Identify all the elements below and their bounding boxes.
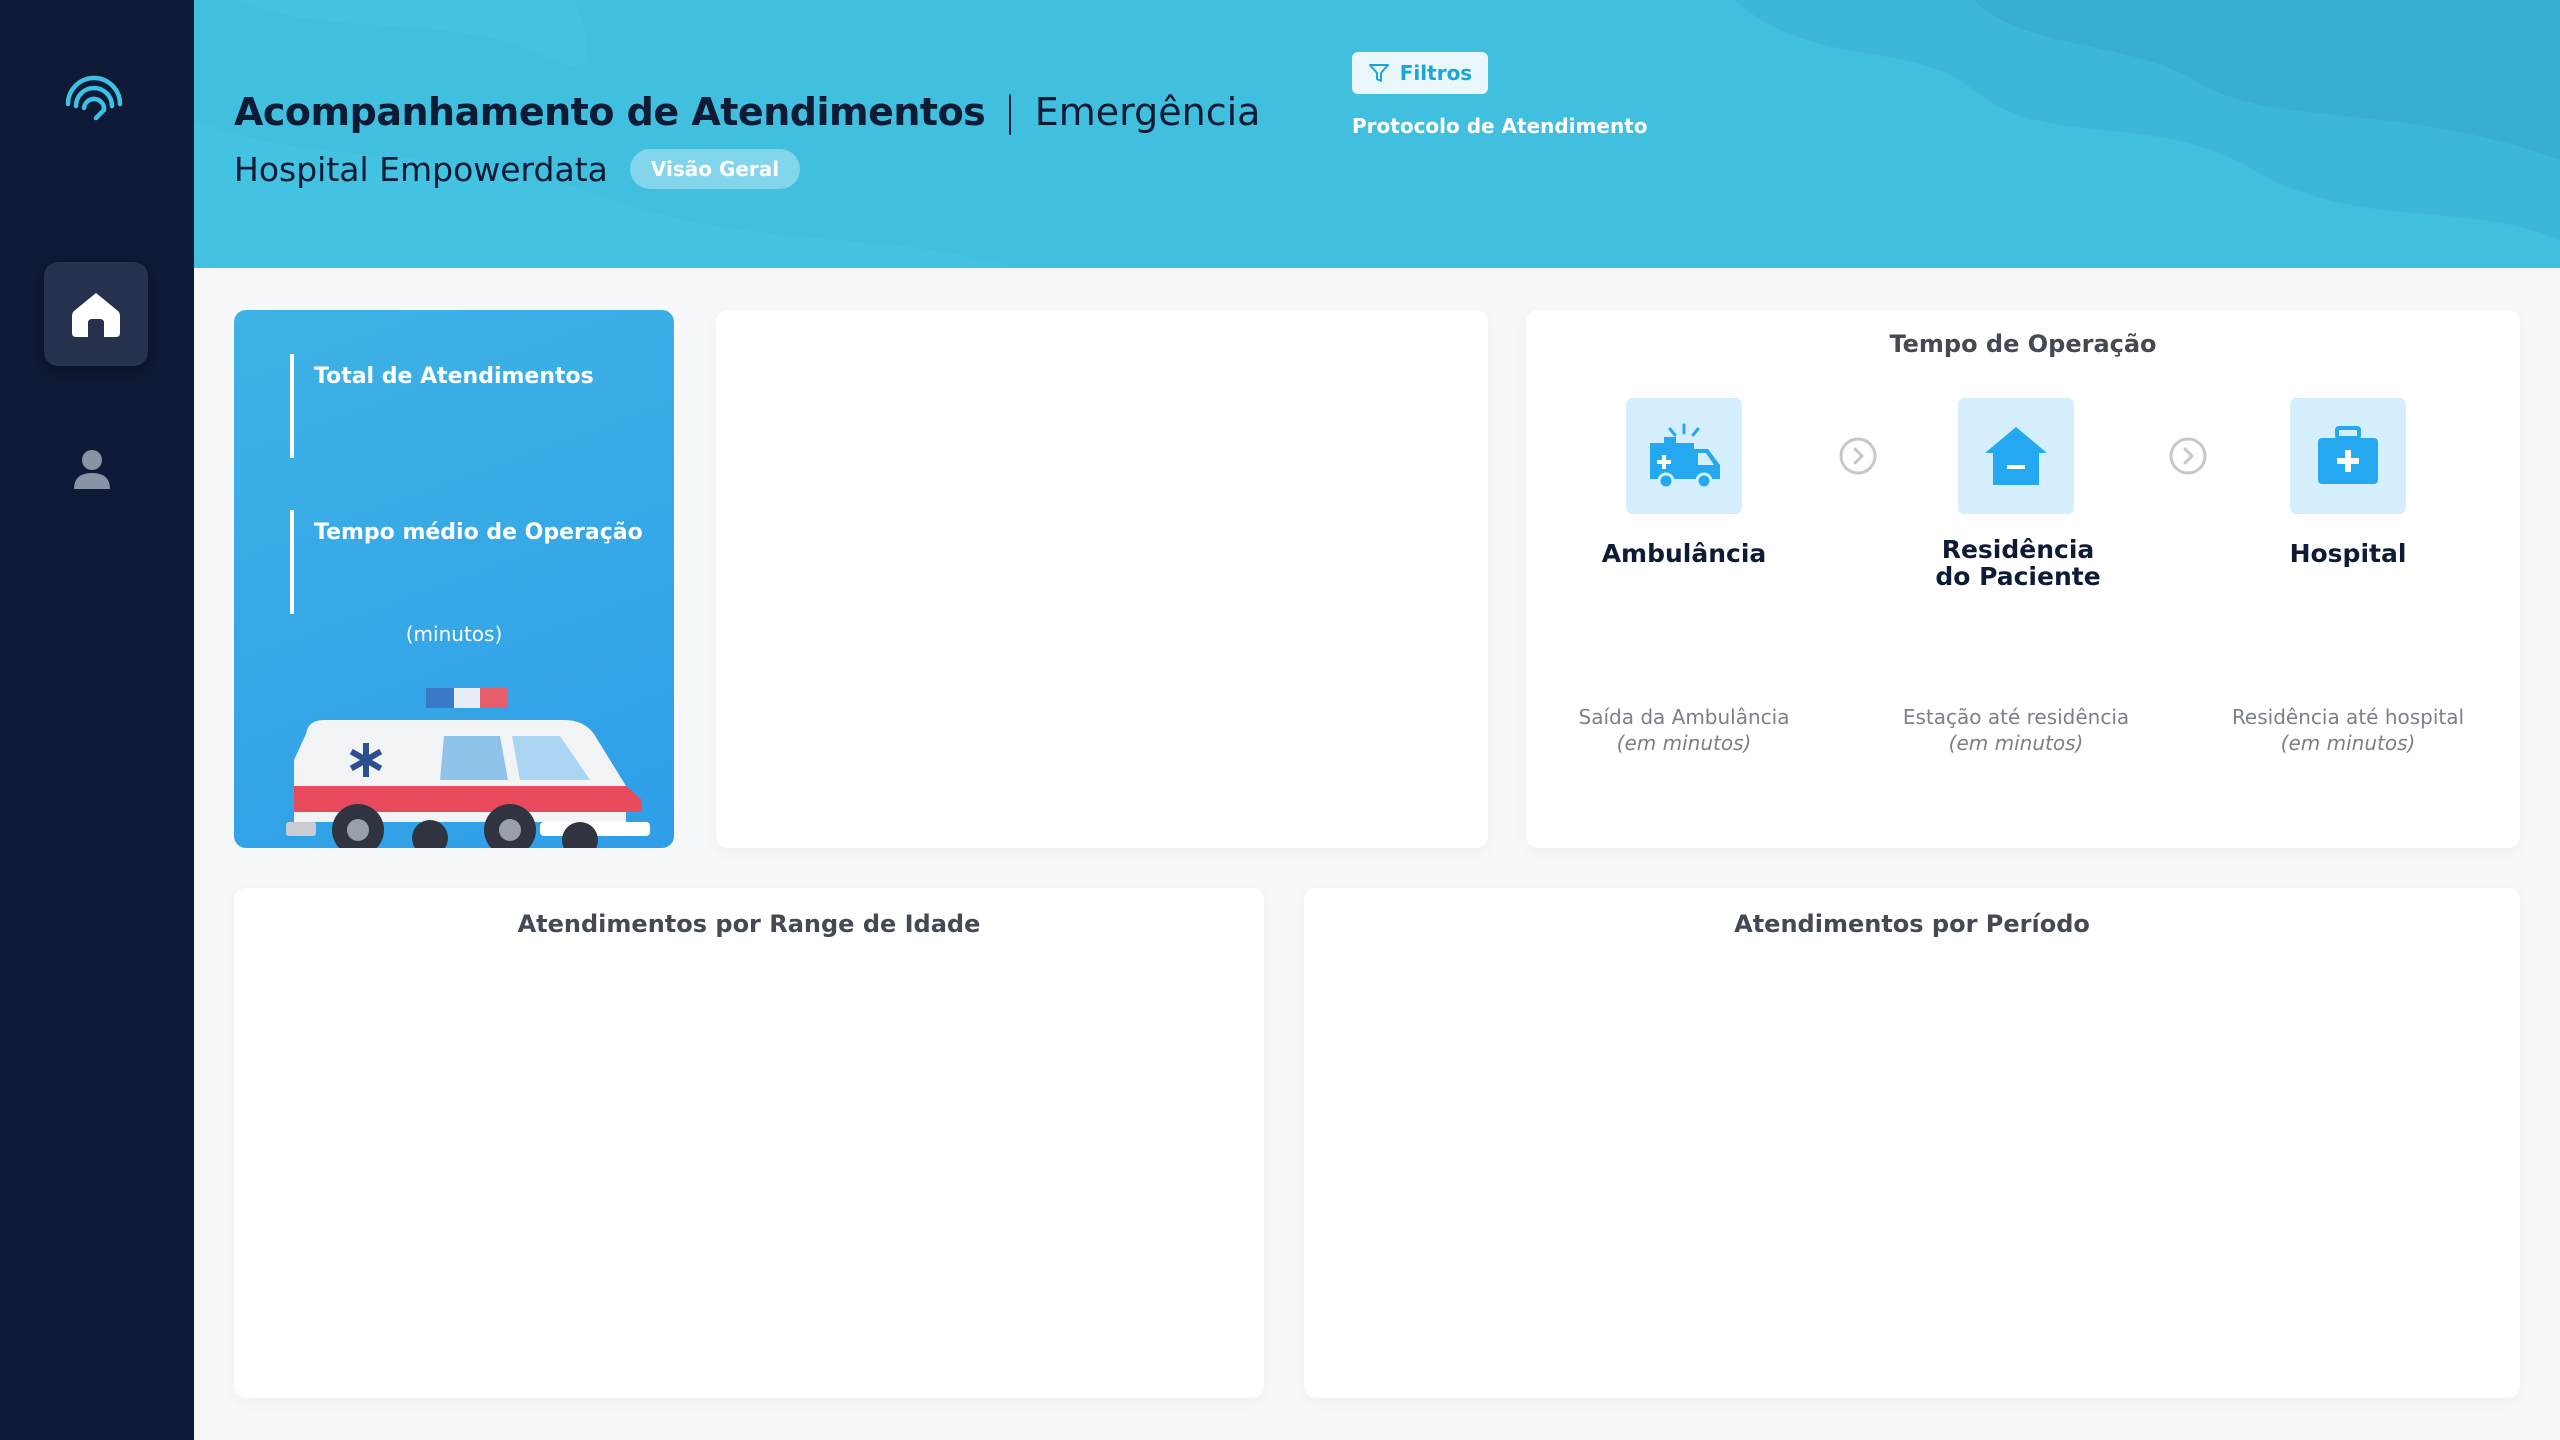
stage-residence-note: (em minutos) [1948, 731, 2084, 755]
stage-residence-label-line2: do Paciente [1935, 562, 2101, 591]
blank-panel [716, 310, 1488, 848]
hospital-icon [2318, 426, 2378, 484]
page-title: Acompanhamento de Atendimentos | Emergên… [234, 84, 1260, 140]
stage-residence-tile [1958, 398, 2074, 514]
chevron-right-circle-icon [2169, 437, 2207, 475]
stage-hospital-label: Hospital [2289, 539, 2407, 568]
kpi-total-label: Total de Atendimentos [314, 364, 594, 389]
stage-ambulance-sub: Saída da Ambulância (em minutos) [1534, 704, 1834, 756]
sidebar [0, 0, 194, 1440]
period-chart-title: Atendimentos por Período [1734, 910, 2090, 938]
age-range-chart-card: Atendimentos por Range de Idade [234, 888, 1264, 1398]
nav-user-button[interactable] [70, 446, 114, 494]
chevron-right-circle-icon [1839, 437, 1877, 475]
stage-ambulance-sub-text: Saída da Ambulância [1578, 705, 1790, 729]
filters-button[interactable]: Filtros [1352, 52, 1488, 94]
hospital-name: Hospital Empowerdata [234, 150, 608, 189]
stage-ambulance-label: Ambulância [1601, 539, 1767, 568]
overview-pill[interactable]: Visão Geral [630, 149, 800, 189]
kpi-total: Total de Atendimentos [290, 354, 654, 458]
page-subtitle: Emergência [1034, 90, 1261, 134]
stage-ambulance-note: (em minutos) [1616, 731, 1752, 755]
house-icon [1985, 427, 2047, 485]
ambulance-illustration [286, 688, 650, 848]
kpi-avg-time: Tempo médio de Operação [290, 510, 654, 614]
operation-time-title: Tempo de Operação [1889, 330, 2157, 358]
stage-hospital-sub: Residência até hospital (em minutos) [2198, 704, 2498, 756]
stage-residence-sub: Estação até residência (em minutos) [1866, 704, 2166, 756]
stage-ambulance-tile [1626, 398, 1742, 514]
kpi-card: Total de Atendimentos Tempo médio de Ope… [234, 310, 674, 848]
home-icon [72, 293, 120, 337]
kpi-unit-note: (minutos) [405, 622, 503, 646]
filters-button-label: Filtros [1399, 61, 1473, 85]
age-range-chart-title: Atendimentos por Range de Idade [517, 910, 981, 938]
stage-residence-label-line1: Residência [1941, 535, 2095, 564]
page-title-main: Acompanhamento de Atendimentos [234, 90, 986, 134]
stage-residence-sub-text: Estação até residência [1902, 705, 2130, 729]
stage-residence-label: Residência do Paciente [1888, 536, 2148, 590]
title-separator: | [1003, 89, 1017, 135]
stage-hospital-note: (em minutos) [2280, 731, 2416, 755]
brand-logo-icon [62, 64, 126, 124]
period-chart-card: Atendimentos por Período [1304, 888, 2520, 1398]
ambulance-icon [1650, 423, 1720, 490]
operation-time-card: Tempo de Operação Ambulância Saída da Am… [1526, 310, 2520, 848]
nav-home-button[interactable] [44, 262, 148, 366]
stage-hospital-sub-text: Residência até hospital [2231, 705, 2465, 729]
stage-hospital-tile [2290, 398, 2406, 514]
filter-icon [1368, 64, 1389, 82]
kpi-avg-label: Tempo médio de Operação [314, 520, 643, 545]
user-icon [74, 450, 110, 489]
protocol-filter-label[interactable]: Protocolo de Atendimento [1352, 114, 1648, 138]
